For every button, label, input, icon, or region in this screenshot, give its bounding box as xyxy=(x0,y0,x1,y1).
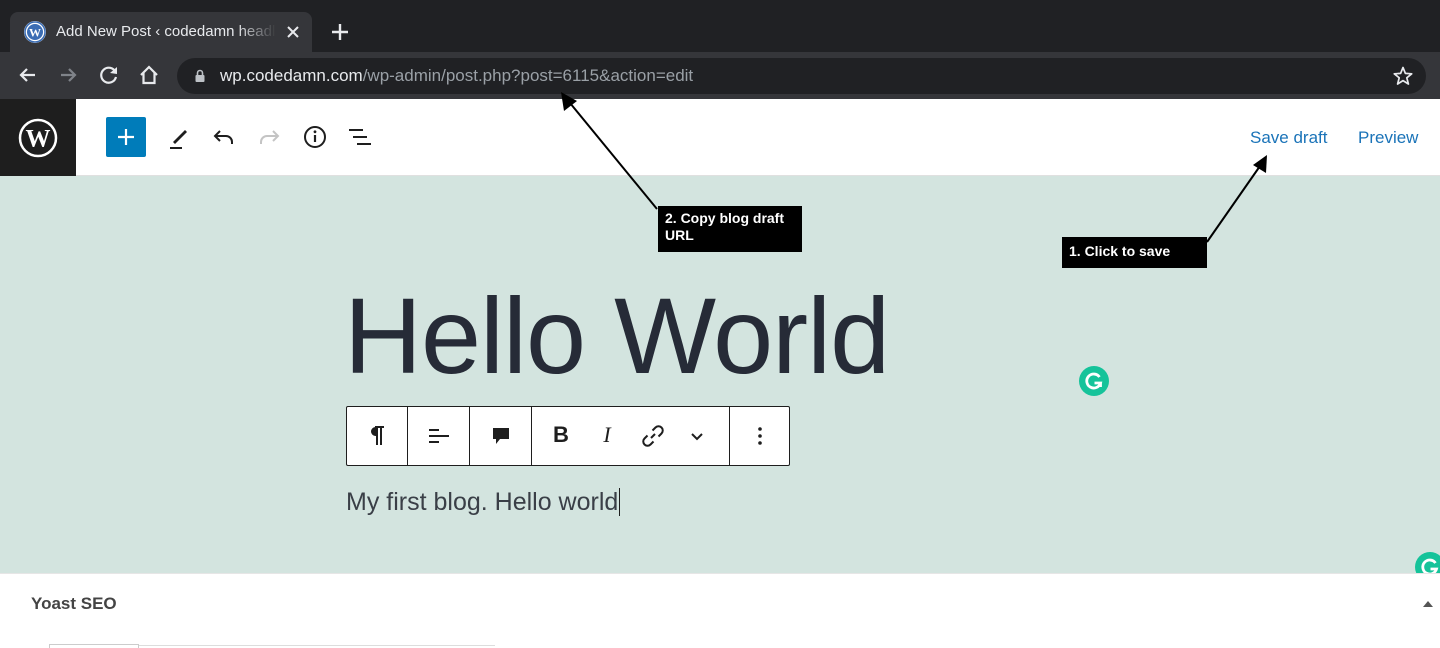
svg-text:W: W xyxy=(29,26,41,40)
copy-url-annotation: 2. Copy blog draft URL xyxy=(658,206,802,252)
post-title[interactable]: Hello World xyxy=(344,276,890,396)
comment-icon[interactable] xyxy=(488,423,514,449)
annotation-group xyxy=(470,407,532,465)
wordpress-logo-icon[interactable]: W xyxy=(0,99,76,176)
grammarly-icon[interactable] xyxy=(1079,366,1109,396)
more-options-icon[interactable] xyxy=(747,423,773,449)
close-tab-icon[interactable] xyxy=(282,21,304,43)
options-group xyxy=(730,407,791,465)
browser-tab[interactable]: W Add New Post ‹ codedamn headless xyxy=(10,12,312,52)
add-block-button[interactable] xyxy=(106,117,146,157)
browser-toolbar: wp.codedamn.com/wp-admin/post.php?post=6… xyxy=(0,52,1440,99)
yoast-tab-divider xyxy=(139,645,495,646)
lock-icon[interactable] xyxy=(193,69,207,83)
new-tab-icon[interactable] xyxy=(326,18,354,46)
italic-button[interactable]: I xyxy=(594,422,620,448)
wordpress-favicon-icon: W xyxy=(24,21,46,43)
home-icon[interactable] xyxy=(136,62,162,88)
list-view-icon[interactable] xyxy=(346,123,374,151)
save-annotation: 1. Click to save xyxy=(1062,237,1207,268)
url-text[interactable]: wp.codedamn.com/wp-admin/post.php?post=6… xyxy=(220,66,693,86)
bookmark-star-icon[interactable] xyxy=(1392,65,1414,87)
paragraph-block[interactable]: My first blog. Hello world xyxy=(346,488,621,517)
undo-icon[interactable] xyxy=(210,123,238,151)
yoast-seo-panel: Yoast SEO xyxy=(0,573,1440,648)
paragraph-icon[interactable] xyxy=(364,423,390,449)
svg-text:W: W xyxy=(26,126,51,153)
editor-header: W Save draft Preview xyxy=(0,99,1440,176)
yoast-seo-title[interactable]: Yoast SEO xyxy=(31,594,117,614)
details-info-icon[interactable] xyxy=(301,123,329,151)
paragraph-text: My first blog. Hello world xyxy=(346,488,619,516)
url-path: /wp-admin/post.php?post=6115&action=edit xyxy=(362,66,694,85)
align-left-icon[interactable] xyxy=(426,423,452,449)
block-type-group xyxy=(347,407,408,465)
align-group xyxy=(408,407,470,465)
redo-icon[interactable] xyxy=(255,123,283,151)
save-draft-button[interactable]: Save draft xyxy=(1250,128,1328,148)
chevron-down-icon[interactable] xyxy=(684,423,710,449)
browser-tab-strip: W Add New Post ‹ codedamn headless xyxy=(0,0,1440,52)
preview-button[interactable]: Preview xyxy=(1358,128,1418,148)
link-icon[interactable] xyxy=(640,423,666,449)
tab-title: Add New Post ‹ codedamn headless xyxy=(56,23,276,40)
bold-button[interactable]: B xyxy=(548,422,574,448)
url-host: wp.codedamn.com xyxy=(220,66,363,85)
edit-pencil-icon[interactable] xyxy=(165,123,193,151)
format-group: B I xyxy=(532,407,730,465)
forward-icon[interactable] xyxy=(55,62,81,88)
back-icon[interactable] xyxy=(15,62,41,88)
address-bar[interactable]: wp.codedamn.com/wp-admin/post.php?post=6… xyxy=(177,58,1426,94)
text-caret xyxy=(619,488,621,516)
reload-icon[interactable] xyxy=(96,62,122,88)
yoast-tab[interactable] xyxy=(49,644,139,648)
block-toolbar: B I xyxy=(346,406,790,466)
collapse-arrow-icon[interactable] xyxy=(1420,596,1436,612)
